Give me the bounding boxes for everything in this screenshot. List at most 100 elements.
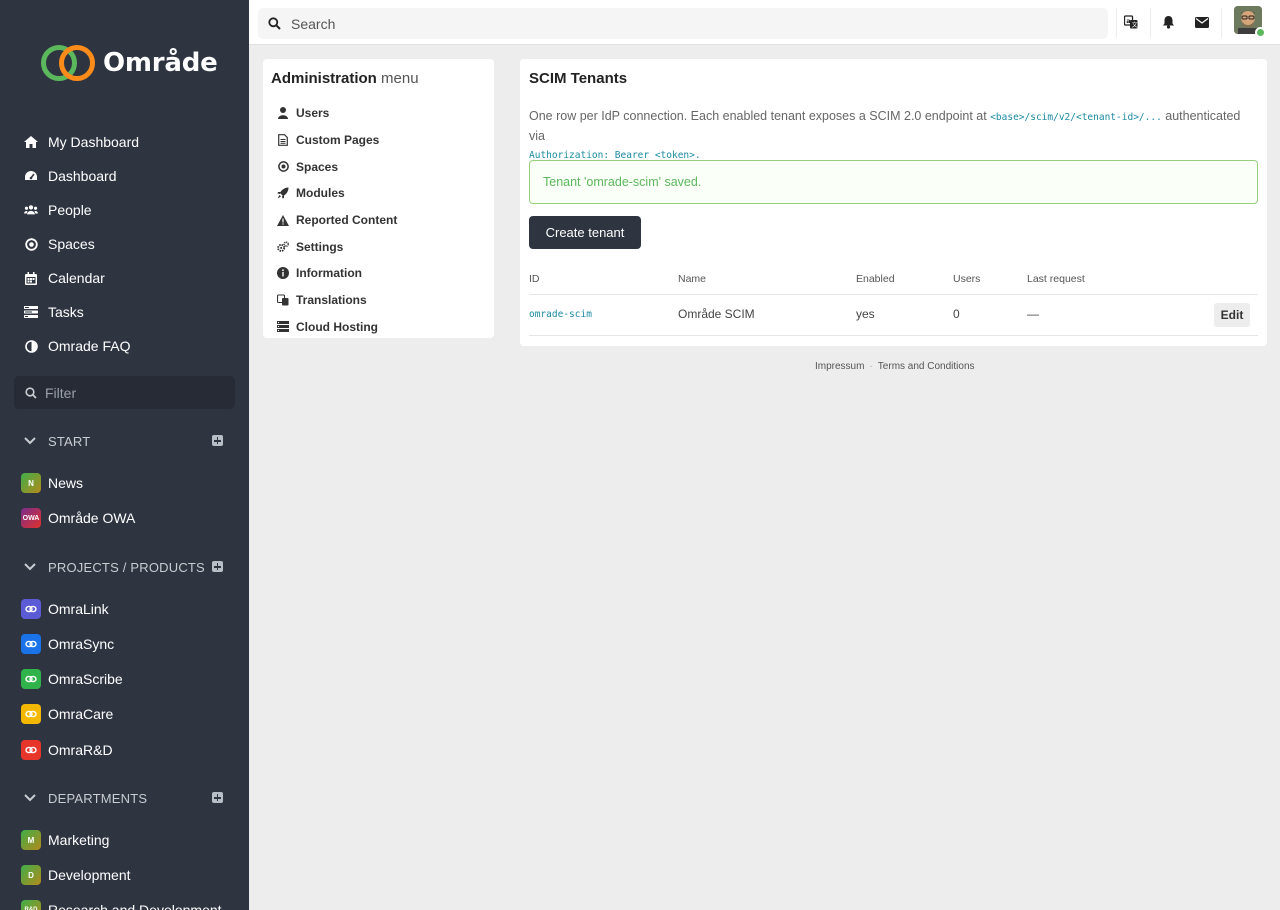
sidebar: Område My Dashboard Dashboard People Spa…	[0, 0, 249, 910]
language-icon	[277, 294, 289, 306]
admin-item-modules[interactable]: Modules	[277, 180, 397, 207]
link-icon	[21, 740, 41, 760]
nav-item-dashboard[interactable]: Dashboard	[0, 159, 249, 193]
add-space-icon[interactable]	[212, 435, 223, 446]
space-label: Research and Development	[48, 902, 222, 910]
group-title: PROJECTS / PRODUCTS	[48, 559, 205, 575]
space-label: News	[48, 475, 84, 491]
space-item-omrasync[interactable]: OmraSync	[21, 633, 114, 655]
space-badge: N	[21, 473, 41, 493]
admin-menu-title-rest: menu	[381, 70, 419, 87]
dot-circle-icon	[277, 161, 289, 173]
nav-item-label: My Dashboard	[48, 134, 140, 150]
admin-item-label: Modules	[296, 186, 345, 201]
space-item-marketing[interactable]: M Marketing	[21, 829, 109, 851]
language-icon[interactable]: a文	[1123, 14, 1139, 30]
add-space-icon[interactable]	[212, 792, 223, 803]
global-search	[258, 8, 1108, 39]
nav-item-spaces[interactable]: Spaces	[0, 227, 249, 261]
admin-item-label: Spaces	[296, 159, 339, 174]
app-logo[interactable]: Område	[40, 44, 218, 82]
space-label: OmraSync	[48, 636, 115, 652]
admin-item-label: Users	[296, 106, 330, 121]
table-row: omrade-scim Område SCIM yes 0 — Edit	[529, 295, 1258, 336]
admin-item-label: Custom Pages	[296, 133, 380, 148]
tasks-icon	[24, 305, 38, 319]
app-name: Område	[103, 48, 218, 78]
admin-menu-title: Administration menu	[271, 70, 419, 87]
link-icon	[21, 634, 41, 654]
space-item-omrascribe[interactable]: OmraScribe	[21, 668, 123, 690]
space-item-omralink[interactable]: OmraLink	[21, 598, 109, 620]
space-label: Område OWA	[48, 510, 136, 526]
space-label: OmraLink	[48, 601, 109, 617]
nav-item-calendar[interactable]: Calendar	[0, 261, 249, 295]
group-title: START	[48, 433, 91, 449]
online-status-indicator	[1255, 27, 1266, 38]
home-icon	[24, 135, 38, 149]
space-item-omracare[interactable]: OmraCare	[21, 703, 113, 725]
logo-rings-icon	[40, 44, 96, 82]
admin-item-label: Settings	[296, 239, 344, 254]
tenant-name-cell: Område SCIM	[678, 307, 755, 321]
space-item-omrade-owa[interactable]: OWA Område OWA	[21, 507, 135, 529]
nav-item-label: Spaces	[48, 236, 95, 252]
edit-tenant-button[interactable]: Edit	[1214, 303, 1250, 327]
column-header-users: Users	[953, 273, 981, 285]
group-departments-header[interactable]: DEPARTMENTS	[24, 788, 229, 808]
admin-item-information[interactable]: Information	[277, 260, 397, 287]
admin-item-label: Information	[296, 266, 362, 281]
add-space-icon[interactable]	[212, 561, 223, 572]
footer-link-terms[interactable]: Terms and Conditions	[878, 361, 975, 372]
space-badge: OWA	[21, 508, 41, 528]
admin-item-cloud-hosting[interactable]: Cloud Hosting	[277, 314, 397, 341]
space-item-omrarnd[interactable]: OmraR&D	[21, 739, 113, 761]
space-item-news[interactable]: N News	[21, 472, 83, 494]
nav-item-label: Calendar	[48, 270, 105, 286]
nav-item-label: Omrade FAQ	[48, 338, 131, 354]
nav-item-my-dashboard[interactable]: My Dashboard	[0, 125, 249, 159]
tenants-table-header: ID Name Enabled Users Last request	[529, 268, 1258, 295]
nav-item-label: Dashboard	[48, 168, 117, 184]
admin-item-spaces[interactable]: Spaces	[277, 153, 397, 180]
nav-item-tasks[interactable]: Tasks	[0, 295, 249, 329]
admin-menu-title-bold: Administration	[271, 70, 377, 87]
chevron-down-icon	[24, 794, 37, 802]
bell-icon[interactable]	[1160, 14, 1176, 30]
sidebar-filter	[14, 376, 235, 409]
space-item-research-and-development[interactable]: R&D Research and Development	[21, 899, 222, 910]
half-circle-icon	[24, 339, 38, 353]
description-prefix: One row per IdP connection. Each enabled…	[529, 109, 987, 123]
dot-circle-icon	[24, 237, 38, 251]
search-icon	[25, 386, 37, 399]
admin-item-translations[interactable]: Translations	[277, 287, 397, 314]
admin-item-users[interactable]: Users	[277, 100, 397, 127]
footer: Impressum · Terms and Conditions	[815, 361, 975, 372]
group-start-header[interactable]: START	[24, 431, 229, 451]
space-label: Development	[48, 867, 131, 883]
main-nav: My Dashboard Dashboard People Spaces Cal…	[0, 125, 249, 363]
divider	[1221, 8, 1222, 38]
admin-item-custom-pages[interactable]: Custom Pages	[277, 127, 397, 154]
admin-item-settings[interactable]: Settings	[277, 233, 397, 260]
nav-item-omrade-faq[interactable]: Omrade FAQ	[0, 329, 249, 363]
space-item-development[interactable]: D Development	[21, 864, 131, 886]
search-icon	[268, 17, 281, 30]
tenant-users-cell: 0	[953, 307, 960, 321]
create-tenant-button[interactable]: Create tenant	[529, 216, 641, 249]
admin-item-reported-content[interactable]: Reported Content	[277, 207, 397, 234]
nav-item-people[interactable]: People	[0, 193, 249, 227]
rocket-icon	[277, 187, 289, 199]
tenant-id-cell: omrade-scim	[529, 309, 592, 320]
cogs-icon	[277, 241, 289, 253]
footer-link-impressum[interactable]: Impressum	[815, 361, 864, 372]
space-badge: D	[21, 865, 41, 885]
nav-item-label: Tasks	[48, 304, 84, 320]
filter-input[interactable]	[45, 384, 215, 401]
group-projects-header[interactable]: PROJECTS / PRODUCTS	[24, 557, 229, 577]
divider	[1116, 8, 1117, 38]
file-icon	[277, 134, 289, 146]
envelope-icon[interactable]	[1194, 14, 1210, 30]
search-input[interactable]	[291, 15, 1071, 32]
column-header-name: Name	[678, 273, 707, 285]
